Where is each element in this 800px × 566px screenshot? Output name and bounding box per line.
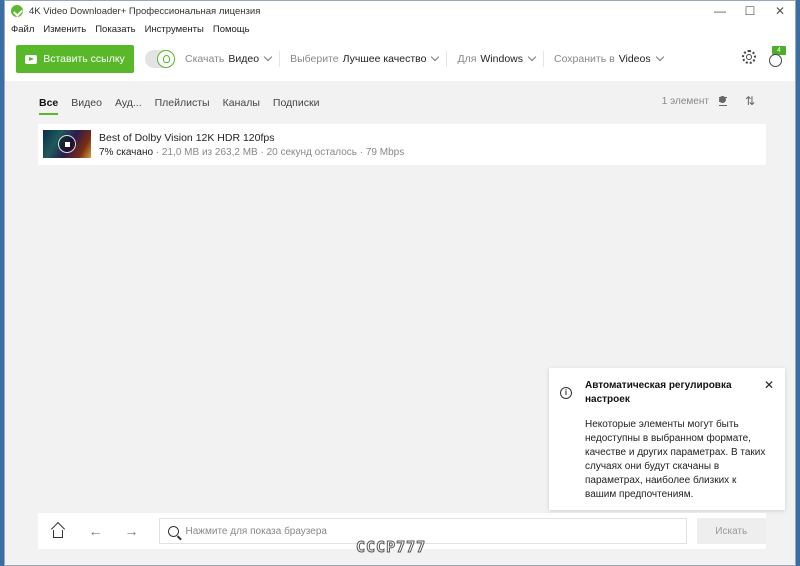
menu-view[interactable]: Показать bbox=[95, 24, 135, 35]
forward-arrow-icon[interactable]: → bbox=[125, 523, 139, 539]
notification-toast: i Автоматическая регулировка настроек ✕ … bbox=[549, 368, 785, 510]
stop-icon bbox=[65, 142, 70, 147]
main-content: Все Видео Ауд... Плейлисты Каналы Подпис… bbox=[5, 81, 795, 565]
paste-link-label: Вставить ссылку bbox=[43, 53, 125, 65]
home-icon[interactable] bbox=[50, 521, 66, 538]
account-icon bbox=[769, 54, 782, 67]
quality-value: Лучшее качество bbox=[342, 53, 427, 65]
download-type-dropdown[interactable]: Скачать Видео bbox=[185, 52, 273, 65]
chevron-down-icon bbox=[655, 52, 664, 62]
toast-body: Некоторые элементы могут быть недоступны… bbox=[585, 419, 766, 500]
menu-help[interactable]: Помощь bbox=[213, 24, 250, 35]
platform-label: Для bbox=[457, 53, 477, 65]
close-button[interactable]: ✕ bbox=[765, 1, 795, 21]
lightbulb-icon bbox=[162, 55, 170, 63]
download-type-label: Скачать bbox=[185, 53, 225, 65]
tab-all[interactable]: Все bbox=[39, 97, 59, 115]
download-type-value: Видео bbox=[228, 53, 260, 65]
platform-dropdown[interactable]: Для Windows bbox=[457, 52, 537, 65]
menu-edit[interactable]: Изменить bbox=[43, 24, 86, 35]
tab-channels[interactable]: Каналы bbox=[223, 97, 260, 109]
window-controls: — ☐ ✕ bbox=[705, 1, 795, 21]
account-button[interactable]: 4 bbox=[767, 46, 786, 68]
quality-label: Выберите bbox=[290, 53, 339, 65]
window-title: 4K Video Downloader+ Профессиональная ли… bbox=[29, 5, 261, 17]
toast-title: Автоматическая регулировка настроек bbox=[585, 380, 732, 405]
quality-dropdown[interactable]: Выберите Лучшее качество bbox=[290, 52, 440, 65]
chevron-down-icon bbox=[527, 52, 537, 62]
list-tools: 1 элемент ⇅ bbox=[662, 94, 755, 108]
download-title: Best of Dolby Vision 12K HDR 120fps bbox=[99, 132, 275, 144]
info-icon: i bbox=[560, 387, 572, 399]
filter-tabs: Все Видео Ауд... Плейлисты Каналы Подпис… bbox=[39, 93, 332, 115]
app-window: 4K Video Downloader+ Профессиональная ли… bbox=[4, 0, 796, 566]
sort-icon[interactable]: ⇅ bbox=[745, 94, 755, 108]
paste-link-button[interactable]: Вставить ссылку bbox=[16, 45, 134, 73]
platform-value: Windows bbox=[480, 53, 523, 65]
save-location-dropdown[interactable]: Сохранить в Videos bbox=[554, 52, 664, 65]
youtube-icon bbox=[25, 54, 38, 64]
watermark-text: CCCP777 bbox=[355, 538, 427, 557]
minimize-button[interactable]: — bbox=[705, 1, 735, 21]
chevron-down-icon bbox=[431, 52, 440, 62]
app-logo-icon bbox=[11, 5, 23, 17]
tab-audio[interactable]: Ауд... bbox=[115, 97, 142, 109]
menu-tools[interactable]: Инструменты bbox=[145, 24, 204, 35]
download-percent: 7% скачано bbox=[99, 147, 154, 158]
download-item-row[interactable]: Best of Dolby Vision 12K HDR 120fps 7% с… bbox=[38, 124, 766, 165]
smart-mode-knob bbox=[157, 50, 175, 68]
chevron-down-icon bbox=[263, 52, 273, 62]
smart-mode-toggle[interactable] bbox=[145, 50, 175, 68]
download-details: · 21,0 MB из 263,2 MB · 20 секунд остало… bbox=[153, 147, 405, 158]
title-bar: 4K Video Downloader+ Профессиональная ли… bbox=[5, 1, 795, 21]
divider bbox=[279, 51, 281, 67]
save-location-label: Сохранить в bbox=[554, 53, 615, 65]
tab-video[interactable]: Видео bbox=[71, 97, 102, 109]
item-count: 1 элемент bbox=[661, 95, 709, 107]
divider bbox=[446, 51, 448, 67]
maximize-button[interactable]: ☐ bbox=[735, 1, 765, 21]
search-button[interactable]: Искать bbox=[696, 518, 766, 544]
search-list-icon[interactable] bbox=[718, 96, 735, 107]
search-icon bbox=[167, 525, 179, 537]
menu-bar: Файл Изменить Показать Инструменты Помощ… bbox=[5, 21, 795, 37]
toolbar: Вставить ссылку Скачать Видео Выберите Л… bbox=[5, 37, 795, 81]
menu-file[interactable]: Файл bbox=[11, 24, 34, 35]
back-arrow-icon[interactable]: ← bbox=[89, 523, 103, 539]
download-status: 7% скачано · 21,0 MB из 263,2 MB · 20 се… bbox=[99, 147, 404, 158]
tab-subscriptions[interactable]: Подписки bbox=[273, 97, 320, 109]
toast-close-icon[interactable]: ✕ bbox=[764, 378, 774, 392]
divider bbox=[543, 51, 544, 67]
tab-playlists[interactable]: Плейлисты bbox=[155, 97, 210, 109]
settings-gear-icon[interactable] bbox=[742, 50, 756, 64]
save-location-value: Videos bbox=[618, 53, 651, 65]
browser-url-input[interactable] bbox=[185, 525, 686, 537]
toolbar-right: 4 bbox=[742, 46, 786, 68]
video-thumbnail[interactable] bbox=[43, 130, 91, 158]
